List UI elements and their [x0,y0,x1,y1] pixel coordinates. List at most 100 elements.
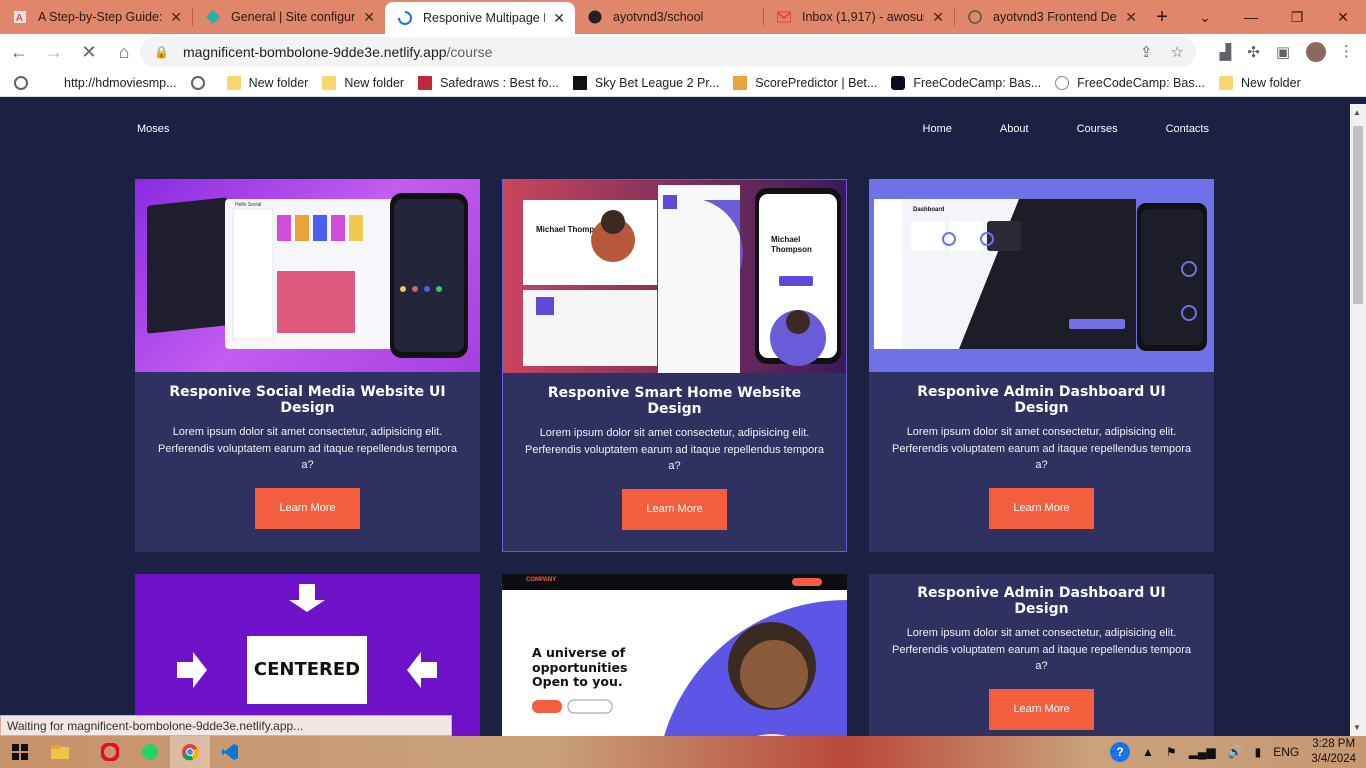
close-tab-icon[interactable]: ✕ [932,9,944,26]
tab-step-by-step-guide[interactable]: A A Step-by-Step Guide: ✕ [0,0,192,34]
learn-more-button[interactable]: Learn More [255,487,360,529]
nav-courses[interactable]: Courses [1077,123,1118,135]
file-explorer-icon[interactable] [40,736,80,768]
bookmark-item[interactable]: http://hdmoviesmp... [14,76,177,90]
skybet-icon [572,76,587,90]
bookmark-item[interactable]: Sky Bet League 2 Pr... [572,76,719,90]
browser-tab-strip: A A Step-by-Step Guide: ✕ General | Site… [0,0,1366,34]
course-card: Hello Social Responive Social Media Webs… [135,179,480,552]
site-brand[interactable]: Moses [137,123,169,135]
nav-contacts[interactable]: Contacts [1166,123,1209,135]
tab-github-frontend[interactable]: ayotvnd3 Frontend Dev ✕ [955,0,1147,34]
vscode-icon[interactable] [210,736,250,768]
close-tab-icon[interactable]: ✕ [553,10,565,27]
company-logo-text: COMPANY [526,577,557,583]
folder-icon [226,76,241,90]
language-indicator[interactable]: ENG [1273,745,1299,759]
nav-about[interactable]: About [1000,123,1029,135]
tab-github-school[interactable]: ayotvnd3/school [575,0,763,34]
close-tab-icon[interactable]: ✕ [170,9,182,26]
close-tab-icon[interactable]: ✕ [1125,9,1137,26]
course-card: Michael Thompson Michael Thompson Respon… [502,179,847,552]
bookmark-item[interactable] [190,76,213,90]
system-tray: ? ▲ ⚑ ▂▄▆ 🔊 ▮ ENG 3:28 PM 3/4/2024 [1110,737,1356,767]
freecodecamp-icon [891,76,906,90]
card-description: Lorem ipsum dolor sit amet consectetur, … [157,426,457,471]
learn-more-button[interactable]: Learn More [622,488,727,530]
share-icon[interactable]: ⇪ [1140,43,1153,61]
course-card: CENTERED [135,574,480,736]
globe-icon [190,76,205,90]
nav-home[interactable]: Home [923,123,952,135]
avatar[interactable] [1306,42,1326,62]
safedraws-icon [418,76,433,90]
gmail-icon [776,9,792,25]
page-scrollbar[interactable]: ▲ ▼ [1350,104,1366,736]
network-icon[interactable]: ▂▄▆ [1189,745,1216,759]
tab-site-configuration[interactable]: General | Site configura ✕ [193,0,385,34]
stop-icon[interactable]: ✕ [73,36,105,68]
svg-text:Thompson: Thompson [771,245,812,254]
back-icon[interactable]: ← [3,36,35,68]
volume-icon[interactable]: 🔊 [1228,745,1243,759]
restore-icon[interactable]: ❐ [1274,9,1320,26]
menu-icon[interactable]: ⋮ [1339,42,1354,60]
windows-start-icon[interactable] [0,736,40,768]
bookmark-item[interactable]: FreeCodeCamp: Bas... [1055,76,1205,90]
loading-spinner-icon [397,10,413,26]
card-description: Lorem ipsum dolor sit amet consectetur, … [891,426,1191,471]
bookmark-folder[interactable]: New folder [1219,76,1301,90]
centered-thumbnail: CENTERED [135,574,480,736]
help-icon[interactable]: ? [1110,742,1131,762]
tab-search-icon[interactable]: ⌄ [1182,9,1228,26]
bookmark-item[interactable]: ScorePredictor | Bet... [733,76,877,90]
tab-gmail-inbox[interactable]: Inbox (1,917) - awosusi ✕ [764,0,954,34]
flag-icon[interactable]: ⚑ [1166,745,1177,759]
bookmark-item[interactable]: Safedraws : Best fo... [418,76,559,90]
battery-icon[interactable]: ▮ [1255,745,1262,759]
learn-more-button[interactable]: Learn More [989,487,1094,529]
card-title: Responive Admin Dashboard UI Design [917,384,1166,416]
new-tab-button[interactable]: + [1147,0,1177,34]
course-card: COMPANY A universe of opportunities Open… [502,574,847,736]
bookmark-star-icon[interactable]: ☆ [1171,43,1184,61]
tray-chevron-icon[interactable]: ▲ [1142,745,1154,759]
bookmark-folder[interactable]: New folder [322,76,404,90]
admin-dashboard-thumbnail: Dashboard [869,179,1214,372]
close-tab-icon[interactable]: ✕ [363,9,375,26]
github-icon [967,9,983,25]
taskbar-clock[interactable]: 3:28 PM 3/4/2024 [1311,737,1356,767]
windows-taskbar: ? ▲ ⚑ ▂▄▆ 🔊 ▮ ENG 3:28 PM 3/4/2024 [0,736,1366,768]
address-bar[interactable]: 🔒 magnificent-bombolone-9dde3e.netlify.a… [140,37,1196,67]
scroll-up-icon[interactable]: ▲ [1353,108,1361,117]
forward-icon[interactable]: → [38,36,70,68]
netlify-icon [205,9,221,25]
course-card: Responive Admin Dashboard UI Design Lore… [869,574,1214,736]
github-icon [587,9,603,25]
browser-toolbar: ← → ✕ ⌂ 🔒 magnificent-bombolone-9dde3e.n… [0,34,1366,70]
whatsapp-icon[interactable] [130,736,170,768]
home-icon[interactable]: ⌂ [108,36,140,68]
minimize-icon[interactable]: — [1228,9,1274,25]
svg-text:Michael: Michael [771,235,800,244]
card-title: Responive Admin Dashboard UI Design [917,585,1166,617]
svg-text:A: A [16,13,23,24]
opera-icon[interactable] [90,736,130,768]
learn-more-button[interactable]: Learn More [989,688,1094,730]
performance-icon[interactable]: ▟ [1220,43,1232,61]
centered-label: CENTERED [253,659,361,680]
side-panel-icon[interactable]: ▣ [1276,43,1290,61]
extensions-icon[interactable]: ✣ [1247,43,1260,61]
course-card: Dashboard Responive Admin Dashboard UI D… [869,179,1214,552]
company-tagline: A universe of opportunities Open to you. [532,645,628,689]
close-window-icon[interactable]: ✕ [1320,9,1366,26]
folder-icon [1219,76,1233,90]
svg-text:Dashboard: Dashboard [913,207,945,213]
scroll-down-icon[interactable]: ▼ [1353,723,1361,732]
scrollbar-thumb[interactable] [1353,126,1363,304]
bookmark-folder[interactable]: New folder [226,76,308,90]
globe-icon [14,76,28,90]
chrome-icon[interactable] [170,736,210,768]
tab-responsive-multipage[interactable]: Responive Multipage Ed ✕ [385,2,575,34]
bookmark-item[interactable]: FreeCodeCamp: Bas... [891,76,1041,90]
